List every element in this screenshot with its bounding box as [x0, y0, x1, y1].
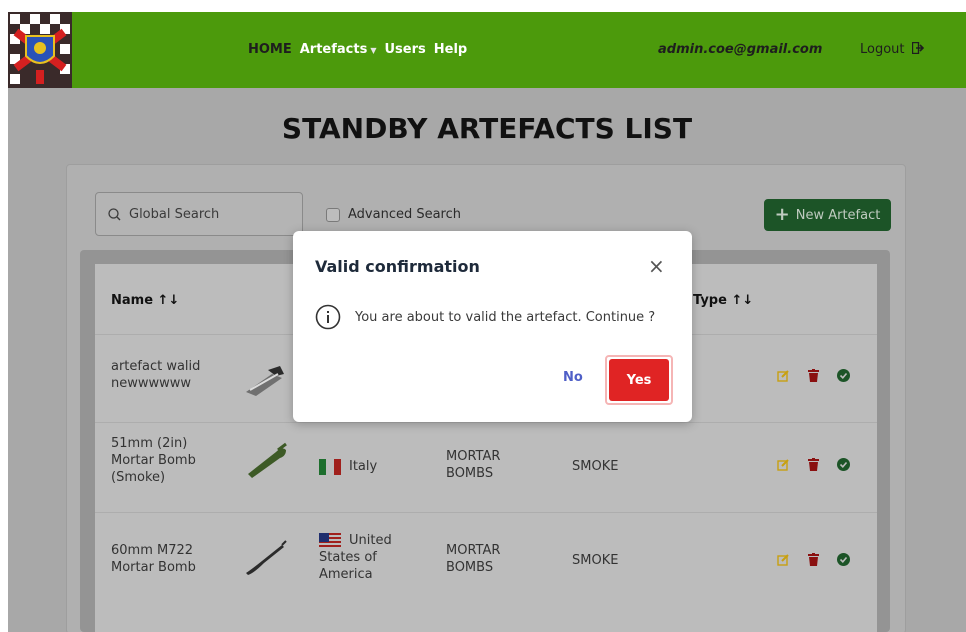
yes-button-label: Yes [609, 359, 669, 401]
search-icon [108, 207, 121, 220]
row-actions [776, 368, 850, 382]
artefact-name: artefact walid newwwwww [111, 359, 201, 391]
new-artefact-button[interactable]: + New Artefact [764, 199, 891, 231]
user-email: admin.coe@gmail.com [658, 42, 823, 57]
country-cell: United States of America [319, 532, 419, 583]
artefact-name: 60mm M722 Mortar Bomb [111, 543, 196, 575]
country-name: Italy [349, 459, 378, 474]
sort-icon: ↑↓ [157, 293, 180, 308]
new-artefact-label: New Artefact [795, 207, 881, 223]
dialog-message-row: You are about to valid the artefact. Con… [315, 304, 655, 330]
no-button[interactable]: No [563, 370, 583, 385]
coat-of-arms-logo[interactable] [8, 12, 72, 88]
logout-icon [911, 41, 924, 55]
logout-label: Logout [860, 42, 905, 57]
category-cell: MORTAR BOMBS [446, 449, 501, 481]
advanced-search-checkbox[interactable] [326, 207, 340, 222]
validate-check-icon[interactable] [836, 552, 850, 566]
nav-links: HOME Artefacts ▼ Users Help [248, 42, 467, 57]
global-search-input[interactable] [129, 206, 279, 222]
edit-icon[interactable] [776, 552, 790, 566]
delete-icon[interactable] [806, 457, 820, 471]
advanced-search-label: Advanced Search [348, 207, 462, 222]
nav-users-link[interactable]: Users [385, 42, 426, 57]
nav-help-link[interactable]: Help [434, 42, 467, 57]
row-actions [776, 457, 850, 471]
column-header-type-label: Type [693, 293, 727, 308]
country-cell: Italy [319, 458, 377, 475]
artefact-name: 51mm (2in) Mortar Bomb (Smoke) [111, 436, 196, 485]
row-divider [95, 512, 877, 513]
edit-icon[interactable] [776, 457, 790, 471]
column-header-name[interactable]: Name ↑↓ [111, 293, 179, 308]
flag-usa-icon [319, 532, 341, 549]
global-search-box[interactable] [95, 192, 303, 236]
delete-icon[interactable] [806, 368, 820, 382]
logout-button[interactable]: Logout [860, 41, 925, 57]
nav-artefacts-dropdown[interactable]: Artefacts ▼ [300, 42, 377, 57]
validate-check-icon[interactable] [836, 368, 850, 382]
info-icon [315, 304, 341, 330]
advanced-search-toggle[interactable]: Advanced Search [326, 207, 461, 222]
type-cell: SMOKE [572, 553, 619, 568]
valid-confirmation-dialog: Valid confirmation × You are about to va… [293, 231, 692, 422]
row-divider [95, 422, 877, 423]
delete-icon[interactable] [806, 552, 820, 566]
type-cell: SMOKE [572, 459, 619, 474]
sort-icon: ↑↓ [731, 293, 754, 308]
nav-home-link[interactable]: HOME [248, 42, 292, 57]
nav-artefacts-label: Artefacts [299, 42, 368, 57]
column-header-type[interactable]: Type ↑↓ [693, 293, 753, 308]
category-cell: MORTAR BOMBS [446, 543, 501, 575]
close-icon[interactable]: × [648, 256, 665, 276]
page-title: STANDBY ARTEFACTS LIST [281, 112, 693, 145]
column-header-name-label: Name [111, 293, 154, 308]
artefact-thumbnail[interactable] [242, 360, 288, 400]
navbar: HOME Artefacts ▼ Users Help admin.coe@gma… [8, 12, 966, 88]
artefact-thumbnail[interactable] [242, 537, 288, 577]
dialog-title: Valid confirmation [315, 257, 480, 276]
artefact-thumbnail[interactable] [242, 440, 288, 480]
flag-italy-icon [319, 458, 341, 475]
row-actions [776, 552, 850, 566]
caret-down-icon: ▼ [370, 46, 377, 55]
dialog-message: You are about to valid the artefact. Con… [355, 309, 656, 325]
edit-icon[interactable] [776, 368, 790, 382]
yes-button[interactable]: Yes [605, 355, 673, 405]
validate-check-icon[interactable] [836, 457, 850, 471]
plus-icon: + [774, 204, 790, 225]
